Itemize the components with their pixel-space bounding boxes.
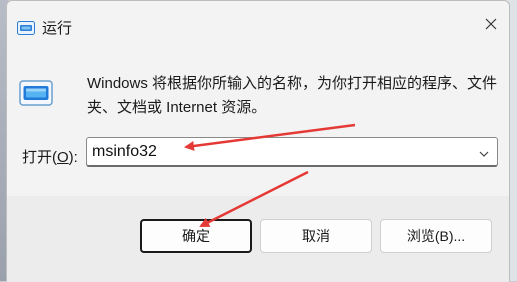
ok-button[interactable]: 确定	[140, 219, 252, 253]
run-program-icon	[19, 80, 53, 109]
window-title: 运行	[42, 20, 73, 37]
chevron-down-icon[interactable]	[478, 146, 490, 162]
open-accel-key: O	[57, 149, 69, 166]
cancel-button[interactable]: 取消	[260, 219, 372, 253]
dialog-description: Windows 将根据你所输入的名称，为你打开相应的程序、文件夹、文档或 Int…	[87, 75, 498, 116]
open-label: 打开(O):	[22, 149, 78, 166]
open-input[interactable]: msinfo32	[92, 143, 157, 161]
close-button[interactable]	[473, 7, 509, 43]
close-icon	[485, 17, 497, 33]
run-icon	[17, 21, 35, 38]
title-bar: 运行	[7, 1, 509, 49]
open-combobox[interactable]: msinfo32	[86, 137, 498, 167]
browse-button[interactable]: 浏览(B)...	[380, 219, 492, 253]
